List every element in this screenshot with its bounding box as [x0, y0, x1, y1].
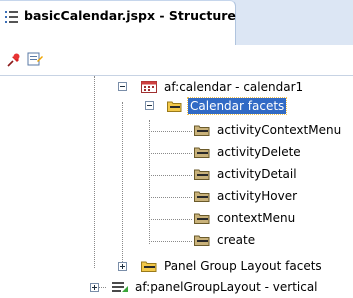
tree-node-panel-group-layout[interactable]: af:panelGroupLayout - vertical [112, 277, 318, 297]
pin-icon[interactable] [6, 52, 22, 68]
expand-toggle[interactable] [90, 283, 99, 292]
tree-node-label: af:panelGroupLayout - vertical [135, 280, 318, 294]
tree-node-facet[interactable]: activityHover [194, 186, 297, 206]
tree-node-panel-group-facets[interactable]: Panel Group Layout facets [141, 256, 322, 276]
tree-guide-line [122, 102, 124, 266]
tree-node-label: Panel Group Layout facets [164, 259, 322, 273]
folder-icon [141, 261, 157, 272]
panel-header: basicCalendar.jspx - Structure [0, 0, 353, 45]
facet-folder-icon [194, 235, 210, 246]
facet-folder-icon [194, 147, 210, 158]
tree-node-calendar[interactable]: af:calendar - calendar1 [141, 77, 303, 97]
tree-node-label: activityDelete [217, 145, 301, 159]
calendar-icon [141, 81, 157, 93]
tree-guide-line [149, 219, 192, 221]
facet-folder-icon [194, 125, 210, 136]
facet-folder-icon [194, 191, 210, 202]
tree-guide-line [149, 197, 192, 199]
tree-guide-line [149, 120, 151, 244]
tree-node-facet[interactable]: activityDetail [194, 164, 297, 184]
structure-tab[interactable]: basicCalendar.jspx - Structure [0, 0, 236, 45]
tree-node-label: create [217, 233, 256, 247]
properties-icon[interactable] [27, 51, 43, 67]
folder-open-icon [167, 101, 182, 112]
structure-list-icon [4, 9, 20, 25]
tree-node-facet[interactable]: activityDelete [194, 142, 301, 162]
tree-node-label: af:calendar - calendar1 [164, 80, 304, 94]
tree-guide-line [149, 153, 192, 155]
expand-toggle[interactable] [118, 262, 127, 271]
tree-node-label: Calendar facets [186, 97, 288, 115]
collapse-toggle[interactable] [118, 82, 127, 91]
tree-node-facet[interactable]: create [194, 230, 255, 250]
toolbar-divider [0, 75, 353, 76]
tree-node-label: activityContextMenu [217, 123, 342, 137]
tree-guide-line [94, 76, 96, 268]
facet-folder-icon [194, 213, 210, 224]
panel-title: basicCalendar.jspx - Structure [24, 8, 236, 23]
tree-node-label: activityDetail [217, 167, 297, 181]
facet-folder-icon [194, 169, 210, 180]
collapse-toggle[interactable] [145, 101, 154, 110]
tree-guide-line [149, 175, 192, 177]
panel-group-layout-icon [112, 282, 128, 292]
tree-node-label: contextMenu [217, 211, 296, 225]
tree-node-calendar-facets[interactable]: Calendar facets [167, 96, 288, 116]
tree-node-facet[interactable]: activityContextMenu [194, 120, 341, 140]
tree-node-label: activityHover [217, 189, 298, 203]
tree-node-facet[interactable]: contextMenu [194, 208, 295, 228]
tree-guide-line [149, 131, 192, 133]
tree-guide-line [149, 241, 192, 243]
